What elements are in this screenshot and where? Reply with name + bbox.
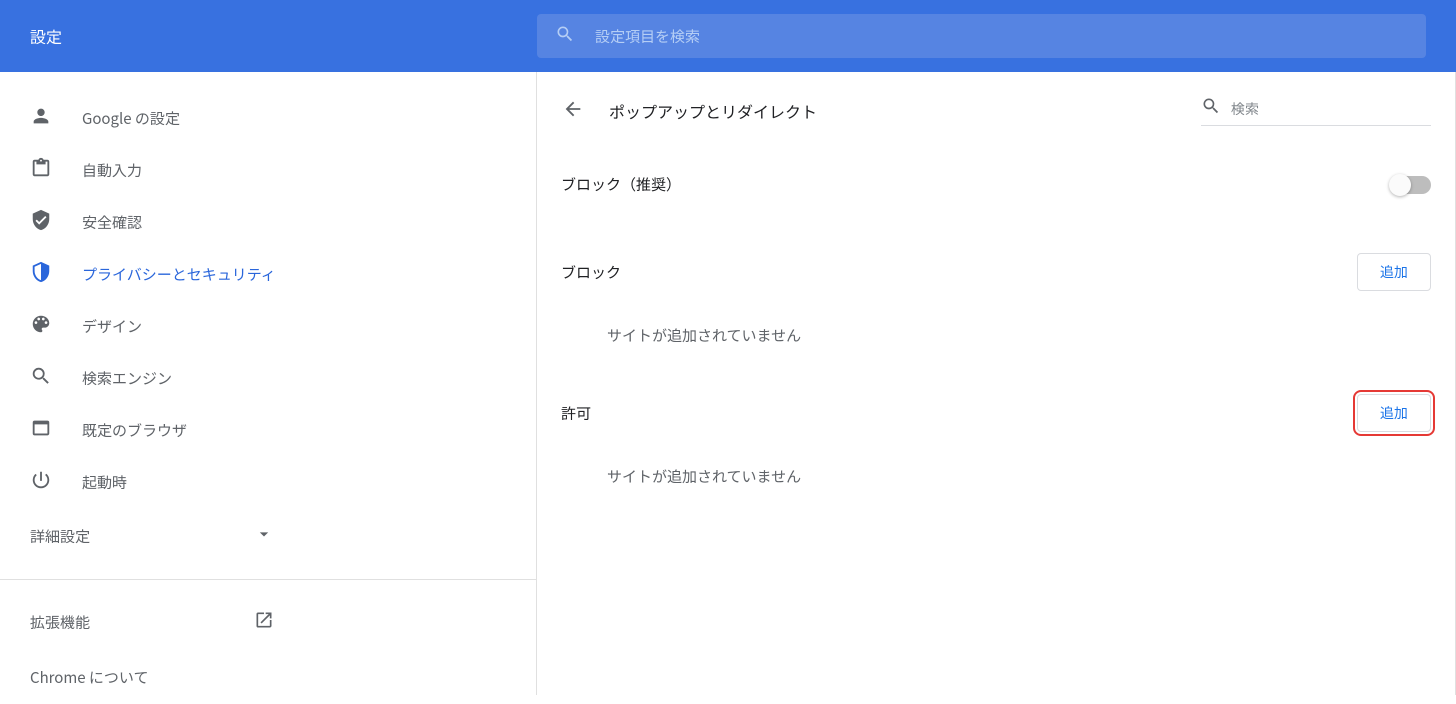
sidebar-item-default-browser[interactable]: 既定のブラウザ [0, 404, 536, 456]
allow-section-title: 許可 [561, 403, 591, 424]
mini-search[interactable] [1201, 96, 1431, 126]
sidebar-item-label: Google の設定 [82, 108, 180, 129]
sidebar-item-label: 安全確認 [82, 212, 142, 233]
sidebar-item-label: プライバシーとセキュリティ [82, 264, 276, 285]
block-empty-text: サイトが追加されていません [537, 291, 1455, 366]
power-icon [30, 469, 52, 496]
shield-icon [30, 261, 52, 288]
back-button[interactable] [561, 99, 585, 123]
sidebar-item-label: 既定のブラウザ [82, 420, 187, 441]
sidebar-extensions-label: 拡張機能 [30, 612, 90, 633]
block-toggle[interactable] [1391, 176, 1431, 194]
block-add-button[interactable]: 追加 [1357, 253, 1431, 291]
page-title: ポップアップとリダイレクト [609, 99, 1177, 123]
arrow-left-icon [562, 98, 584, 125]
search-input[interactable] [595, 26, 1408, 47]
search-icon [555, 24, 575, 49]
allow-section-header: 許可 追加 [537, 366, 1455, 432]
sidebar-advanced[interactable]: 詳細設定 [0, 508, 536, 565]
divider [0, 579, 536, 580]
sidebar-item-autofill[interactable]: 自動入力 [0, 144, 536, 196]
chevron-down-icon [254, 524, 506, 549]
main-header: ポップアップとリダイレクト [537, 72, 1455, 144]
sidebar-item-label: 自動入力 [82, 160, 142, 181]
sidebar-about-label: Chrome について [30, 667, 148, 688]
block-recommended-row: ブロック（推奨） [537, 144, 1455, 225]
external-link-icon [254, 610, 506, 635]
shield-check-icon [30, 209, 52, 236]
sidebar-item-extensions[interactable]: 拡張機能 [0, 594, 536, 651]
sidebar-item-startup[interactable]: 起動時 [0, 456, 536, 508]
allow-empty-text: サイトが追加されていません [537, 432, 1455, 507]
sidebar-item-label: 検索エンジン [82, 368, 172, 389]
sidebar: Google の設定 自動入力 安全確認 プライバシーとセキュリティ [0, 72, 537, 695]
block-section-header: ブロック 追加 [537, 225, 1455, 291]
sidebar-item-label: デザイン [82, 316, 142, 337]
app-title: 設定 [0, 24, 537, 48]
sidebar-advanced-label: 詳細設定 [30, 526, 90, 547]
sidebar-item-safety[interactable]: 安全確認 [0, 196, 536, 248]
sidebar-item-label: 起動時 [82, 472, 127, 493]
mini-search-input[interactable] [1231, 99, 1431, 119]
search-icon [30, 365, 52, 392]
search-icon [1201, 96, 1221, 121]
allow-add-button[interactable]: 追加 [1357, 394, 1431, 432]
person-icon [30, 105, 52, 132]
block-recommended-label: ブロック（推奨） [561, 174, 681, 195]
search-bar[interactable] [537, 14, 1426, 58]
block-section-title: ブロック [561, 262, 621, 283]
palette-icon [30, 313, 52, 340]
sidebar-item-google[interactable]: Google の設定 [0, 92, 536, 144]
sidebar-item-search-engine[interactable]: 検索エンジン [0, 352, 536, 404]
app-header: 設定 [0, 0, 1456, 72]
sidebar-item-privacy[interactable]: プライバシーとセキュリティ [0, 248, 536, 300]
browser-icon [30, 417, 52, 444]
sidebar-item-design[interactable]: デザイン [0, 300, 536, 352]
clipboard-icon [30, 157, 52, 184]
main-content: ポップアップとリダイレクト ブロック（推奨） ブロック 追加 サイトが追加されて… [537, 72, 1456, 695]
sidebar-item-about[interactable]: Chrome について [0, 651, 536, 704]
